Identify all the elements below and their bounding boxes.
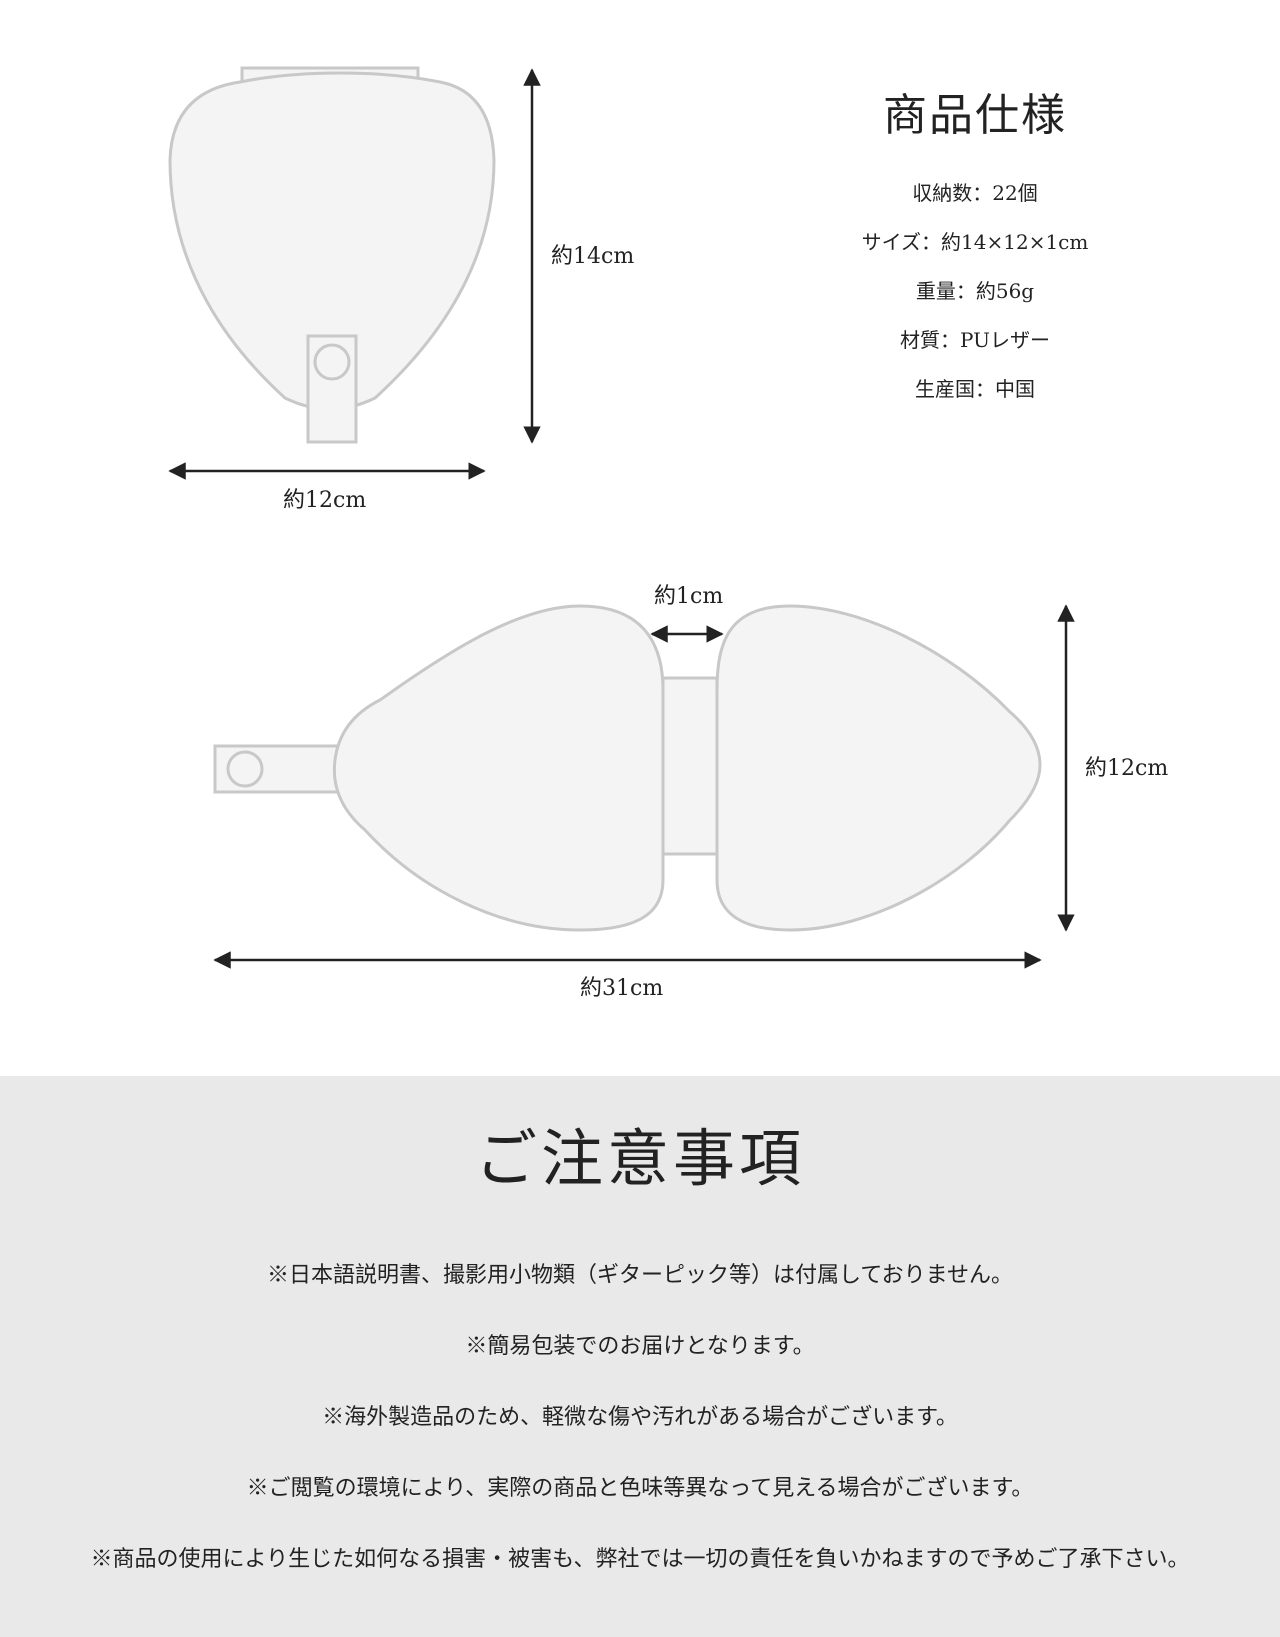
open-length-label: 約31cm — [580, 976, 664, 1001]
spec-item-origin: 生産国：中国 — [915, 376, 1035, 401]
note-item-color: ※ご閲覧の環境により、実際の商品と色味等異なって見える場合がございます。 — [246, 1476, 1034, 1502]
note-item-packaging: ※簡易包装でのお届けとなります。 — [465, 1334, 815, 1360]
notes-title: ご注意事項 — [474, 1122, 805, 1195]
spec-section: 約14cm 約12cm 約1cm 約12cm 約31cm 商品仕様 収納数：22… — [0, 0, 1280, 1076]
open-left-panel — [332, 604, 665, 932]
open-spine — [661, 676, 719, 856]
folded-case-illustration — [168, 66, 496, 444]
open-gap-label: 約1cm — [654, 584, 724, 609]
folded-snap-button — [313, 343, 351, 381]
notes-section: ご注意事項 ※日本語説明書、撮影用小物類（ギターピック等）は付属しておりません。… — [0, 1076, 1280, 1637]
notes-list: ※日本語説明書、撮影用小物類（ギターピック等）は付属しておりません。 ※簡易包装… — [0, 1240, 1280, 1595]
folded-width-label: 約12cm — [283, 488, 367, 513]
spec-list: 収納数：22個 サイズ：約14×12×1cm 重量：約56g 材質：PUレザー … — [820, 169, 1130, 414]
spec-item-material: 材質：PUレザー — [900, 327, 1050, 352]
open-right-panel — [715, 604, 1042, 932]
spec-item-size: サイズ：約14×12×1cm — [861, 229, 1089, 254]
spec-title: 商品仕様 — [883, 90, 1067, 141]
spec-item-capacity: 収納数：22個 — [912, 180, 1038, 205]
spec-item-weight: 重量：約56g — [915, 278, 1035, 303]
note-item-liability: ※商品の使用により生じた如何なる損害・被害も、弊社では一切の責任を負いかねますの… — [90, 1547, 1190, 1573]
open-case-illustration — [213, 604, 1042, 932]
spec-panel: 商品仕様 収納数：22個 サイズ：約14×12×1cm 重量：約56g 材質：P… — [820, 90, 1130, 414]
note-item-imported: ※海外製造品のため、軽微な傷や汚れがある場合がございます。 — [322, 1405, 958, 1431]
open-height-label: 約12cm — [1085, 756, 1169, 781]
open-snap-button — [226, 750, 264, 788]
note-item-manual: ※日本語説明書、撮影用小物類（ギターピック等）は付属しておりません。 — [266, 1263, 1014, 1289]
folded-height-label: 約14cm — [551, 244, 635, 269]
